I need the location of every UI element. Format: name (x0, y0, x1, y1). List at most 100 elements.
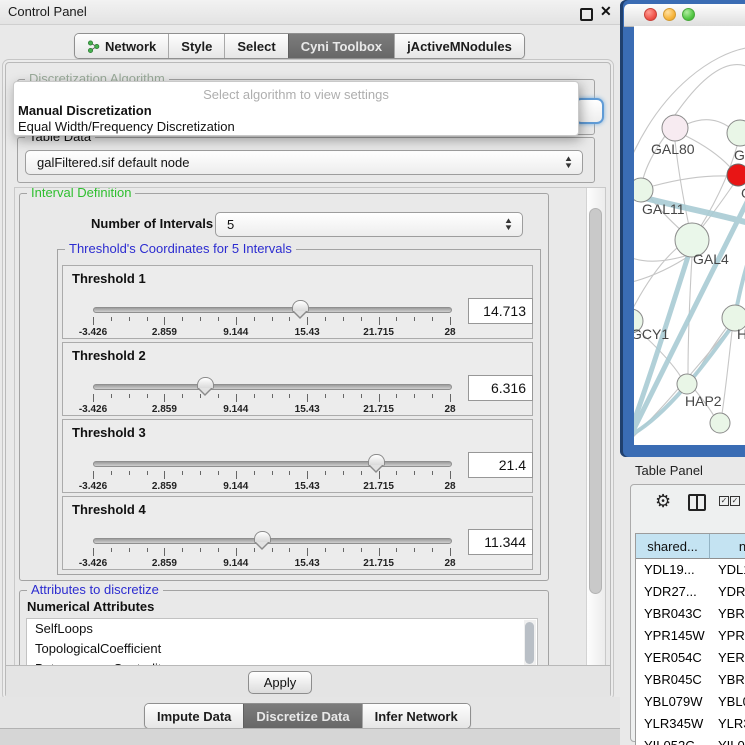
control-panel-titlebar: Control Panel ✕ (0, 0, 620, 25)
dropdown-option-manual-discretization[interactable]: Manual Discretization (14, 103, 578, 119)
cell: YBR0 (710, 669, 745, 691)
interval-definition-group: Interval Definition Number of Intervals … (19, 193, 549, 581)
table-data-combobox[interactable]: galFiltered.sif default node ▲▼ (25, 150, 583, 175)
threshold-4-ticks: -3.4262.8599.14415.4321.71528 (93, 544, 450, 570)
node-hap2[interactable] (677, 374, 697, 394)
tab-network[interactable]: Network (75, 34, 168, 58)
node-label: GAL11 (642, 201, 685, 217)
table-row[interactable]: YBR045CYBR0 (636, 669, 745, 691)
cell: YDR27... (636, 581, 710, 603)
threshold-3-slider-thumb[interactable] (368, 454, 385, 466)
table-row[interactable]: YPR145WYPR1 (636, 625, 745, 647)
numerical-attributes-list: SelfLoops TopologicalCoefficient Between… (26, 618, 538, 668)
network-canvas[interactable]: GAL80 GA G GAL11 GAL4 GCY1 H HAP2 (634, 26, 745, 445)
node-gal80[interactable] (662, 115, 688, 141)
tab-network-label: Network (105, 39, 156, 54)
tab-jactivemnodules[interactable]: jActiveMNodules (394, 34, 524, 58)
threshold-3-value-field[interactable]: 21.4 (468, 452, 533, 478)
node-label: HAP2 (685, 393, 722, 409)
tab-jactivemnodules-label: jActiveMNodules (407, 39, 512, 54)
settings-scrollbar[interactable] (586, 188, 605, 667)
node-label: G (741, 185, 745, 201)
cell: YIL052C (636, 735, 710, 745)
column-header-name[interactable]: n (710, 534, 745, 559)
tab-impute-data-label: Impute Data (157, 709, 231, 724)
list-item[interactable]: TopologicalCoefficient (27, 639, 537, 659)
list-item[interactable]: SelfLoops (27, 619, 537, 639)
table-row[interactable]: YER054CYER0 (636, 647, 745, 669)
cell: YDL1 (710, 559, 745, 581)
tab-select-label: Select (237, 39, 275, 54)
table-row[interactable]: YBL079WYBL0 (636, 691, 745, 713)
tab-discretize-data-label: Discretize Data (256, 709, 349, 724)
threshold-4-value-field[interactable]: 11.344 (468, 529, 533, 555)
close-icon[interactable]: ✕ (600, 3, 612, 20)
float-window-icon[interactable] (580, 8, 593, 21)
threshold-1-slider-thumb[interactable] (292, 300, 309, 312)
tab-discretize-data[interactable]: Discretize Data (243, 704, 361, 728)
threshold-2-label: Threshold 2 (72, 348, 146, 363)
attributes-group: Attributes to discretize Numerical Attri… (19, 590, 549, 668)
number-of-intervals-label: Number of Intervals (91, 216, 213, 231)
node-selected-red[interactable] (727, 164, 745, 186)
dropdown-option-equal-width-frequency[interactable]: Equal Width/Frequency Discretization (14, 119, 578, 135)
cell: YLR345W (636, 713, 710, 735)
table-panel-region: Table Panel ⚙ ✓ ✓ shared... n YDL19...YD… (620, 457, 745, 745)
number-of-intervals-combobox[interactable]: 5 ▲▼ (215, 212, 523, 237)
node-bottom[interactable] (710, 413, 730, 433)
tab-infer-network[interactable]: Infer Network (362, 704, 470, 728)
tab-cyni-toolbox-label: Cyni Toolbox (301, 39, 382, 54)
tab-infer-network-label: Infer Network (375, 709, 458, 724)
screen: Control Panel ✕ Network Style Select Cyn… (0, 0, 745, 745)
attributes-list-scrollbar[interactable] (524, 620, 536, 666)
tab-style-label: Style (181, 39, 212, 54)
tab-impute-data[interactable]: Impute Data (145, 704, 243, 728)
attributes-list-scrollbar-thumb[interactable] (525, 622, 534, 664)
select-columns-icon[interactable]: ✓ ✓ (719, 496, 740, 506)
node-gal11[interactable] (634, 178, 653, 202)
network-icon (87, 40, 100, 53)
threshold-1-value-field[interactable]: 14.713 (468, 298, 533, 324)
table-row[interactable]: YDL19...YDL1 (636, 559, 745, 581)
column-header-shared-name[interactable]: shared... (636, 534, 710, 559)
tab-select[interactable]: Select (224, 34, 287, 58)
cell: YBR045C (636, 669, 710, 691)
threshold-1-panel: Threshold 1 -3.4262.8599.14415.4321.7152… (62, 265, 533, 339)
stepper-arrows-icon: ▲▼ (504, 217, 513, 231)
cell: YPR145W (636, 625, 710, 647)
threshold-3-panel: Threshold 3 -3.4262.8599.14415.4321.7152… (62, 419, 533, 493)
tab-cyni-toolbox[interactable]: Cyni Toolbox (288, 34, 394, 58)
window-minimize-icon[interactable] (663, 8, 676, 21)
node-table: shared... n YDL19...YDL1 YDR27...YDR2 YB… (635, 533, 745, 745)
split-view-icon[interactable] (688, 494, 706, 511)
table-data-combobox-value: galFiltered.sif default node (37, 155, 189, 170)
node-label: GCY1 (634, 326, 669, 342)
gear-icon[interactable]: ⚙ (655, 491, 671, 512)
network-view-window[interactable]: GAL80 GA G GAL11 GAL4 GCY1 H HAP2 (620, 0, 745, 457)
table-row[interactable]: YBR043CYBR0 (636, 603, 745, 625)
window-close-icon[interactable] (644, 8, 657, 21)
window-zoom-icon[interactable] (682, 8, 695, 21)
network-graph: GAL80 GA G GAL11 GAL4 GCY1 H HAP2 (634, 26, 745, 445)
node-label: GAL4 (693, 251, 729, 267)
table-panel-box: ⚙ ✓ ✓ shared... n YDL19...YDL1 YDR27...Y… (630, 484, 745, 742)
table-row[interactable]: YDR27...YDR2 (636, 581, 745, 603)
top-tab-bar: Network Style Select Cyni Toolbox jActiv… (74, 33, 525, 59)
table-header-row: shared... n (636, 534, 745, 559)
table-row[interactable]: YLR345WYLR3 (636, 713, 745, 735)
table-row[interactable]: YIL052CYIL0 (636, 735, 745, 745)
settings-scrollbar-thumb[interactable] (589, 208, 602, 594)
tab-style[interactable]: Style (168, 34, 224, 58)
settings-scroll-region: Interval Definition Number of Intervals … (14, 187, 606, 668)
node-label: GA (734, 147, 745, 163)
node-top-right[interactable] (727, 120, 745, 146)
cell: YLR3 (710, 713, 745, 735)
threshold-4-slider-thumb[interactable] (254, 531, 271, 543)
threshold-2-slider-thumb[interactable] (197, 377, 214, 389)
node-label: GAL80 (651, 141, 695, 157)
stepper-arrows-icon: ▲▼ (564, 155, 573, 169)
apply-button[interactable]: Apply (248, 671, 312, 694)
control-panel: Control Panel ✕ Network Style Select Cyn… (0, 0, 620, 745)
cell: YIL0 (710, 735, 745, 745)
threshold-2-value-field[interactable]: 6.316 (468, 375, 533, 401)
